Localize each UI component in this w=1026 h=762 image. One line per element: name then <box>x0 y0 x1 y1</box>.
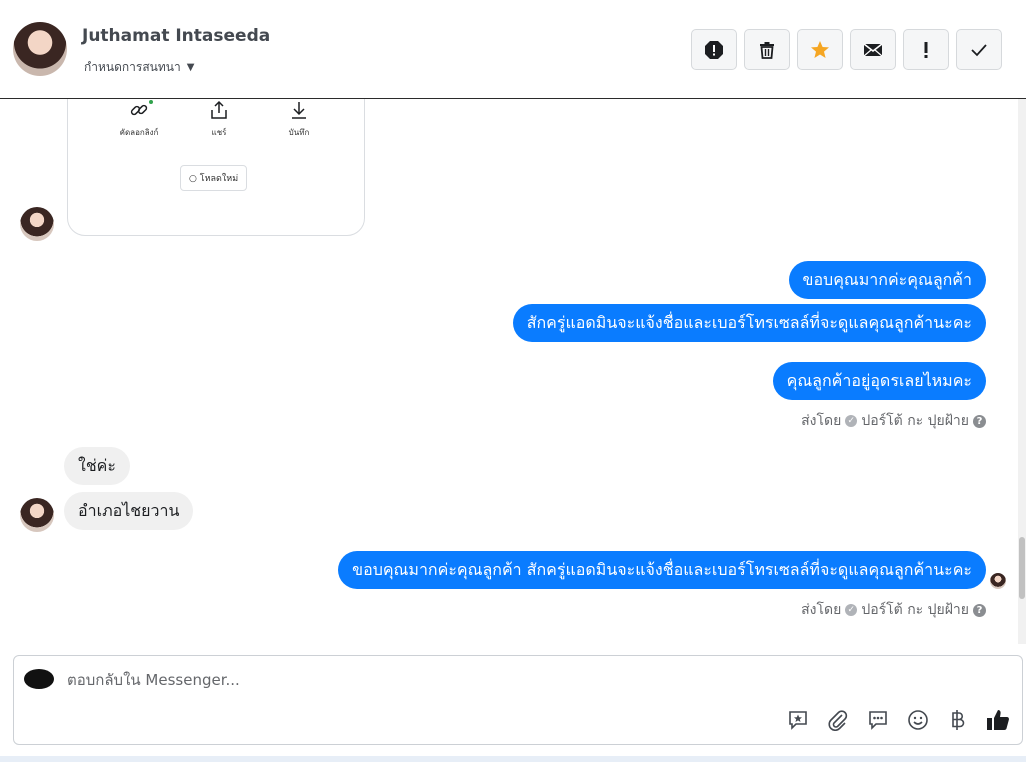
contact-name[interactable]: Juthamat Intaseeda <box>82 26 270 46</box>
reply-composer <box>13 655 1023 745</box>
saved-reply-button[interactable] <box>786 708 810 732</box>
save-action[interactable]: บันทึก <box>278 100 320 139</box>
refresh-icon: ○ <box>189 174 197 184</box>
page-logo <box>24 669 54 689</box>
seen-avatar <box>990 573 1006 589</box>
save-label: บันทึก <box>288 128 310 137</box>
baht-icon <box>952 710 965 730</box>
done-button[interactable] <box>956 29 1002 70</box>
payment-button[interactable] <box>946 708 970 732</box>
star-button[interactable] <box>797 29 843 70</box>
green-dot <box>149 100 153 104</box>
checkmark-icon <box>971 43 987 56</box>
share-action[interactable]: แชร์ <box>198 100 240 139</box>
attachment-icon <box>828 710 848 731</box>
help-icon[interactable]: ? <box>973 414 986 428</box>
star-icon <box>811 40 829 58</box>
contact-avatar-small[interactable] <box>20 207 54 241</box>
trash-icon <box>760 41 774 59</box>
help-icon[interactable]: ? <box>973 603 986 617</box>
outgoing-message[interactable]: สักครู่แอดมินจะแจ้งชื่อและเบอร์โทรเซลล์ท… <box>512 304 986 342</box>
sent-by-prefix: ส่งโดย <box>801 602 842 618</box>
emoji-icon <box>908 710 928 730</box>
like-button[interactable] <box>986 708 1010 732</box>
download-icon <box>292 102 306 119</box>
delete-button[interactable] <box>744 29 790 70</box>
saved-reply-icon <box>789 711 807 730</box>
sent-by-author[interactable]: ปอร์โต้ กะ ปุยฝ้าย <box>861 410 969 432</box>
incoming-message[interactable]: ใช่ค่ะ <box>64 447 130 485</box>
reply-input[interactable] <box>67 671 767 689</box>
delivered-check-icon: ✓ <box>845 604 858 616</box>
sent-by-label: ส่งโดย ✓ ปอร์โต้ กะ ปุยฝ้าย ? <box>801 410 986 432</box>
thumbs-up-icon <box>987 710 1009 730</box>
shared-link-card[interactable]: คัดลอกลิงก์ แชร์ บันทึก ○ โหลดใหม่ <box>67 99 365 236</box>
contact-avatar[interactable] <box>13 22 67 76</box>
spam-button[interactable] <box>691 29 737 70</box>
link-icon <box>130 104 148 116</box>
mark-unread-button[interactable] <box>850 29 896 70</box>
composer-tools <box>786 708 1010 732</box>
outgoing-message[interactable]: คุณลูกค้าอยู่อุดรเลยไหมคะ <box>772 362 986 400</box>
reload-button[interactable]: ○ โหลดใหม่ <box>180 165 248 191</box>
delivered-check-icon: ✓ <box>845 415 858 427</box>
quick-reply-icon <box>869 711 887 730</box>
follow-up-button[interactable] <box>903 29 949 70</box>
page-footer-strip <box>0 756 1026 762</box>
sent-by-author[interactable]: ปอร์โต้ กะ ปุยฝ้าย <box>861 599 969 621</box>
assign-label: กำหนดการสนทนา <box>84 60 181 74</box>
emoji-button[interactable] <box>906 708 930 732</box>
outgoing-message[interactable]: ขอบคุณมากค่ะคุณลูกค้า <box>788 261 986 299</box>
chevron-down-icon: ▼ <box>186 62 195 73</box>
attach-button[interactable] <box>826 708 850 732</box>
sent-by-prefix: ส่งโดย <box>801 413 842 429</box>
incoming-message[interactable]: อำเภอไชยวาน <box>64 492 194 530</box>
card-actions: คัดลอกลิงก์ แชร์ บันทึก <box>118 100 320 139</box>
outgoing-message[interactable]: ขอบคุณมากค่ะคุณลูกค้า สักครู่แอดมินจะแจ้… <box>338 551 986 589</box>
quick-reply-button[interactable] <box>866 708 890 732</box>
envelope-icon <box>863 42 883 56</box>
assign-conversation-dropdown[interactable]: กำหนดการสนทนา ▼ <box>84 58 194 77</box>
exclamation-icon <box>924 41 928 58</box>
contact-avatar-small[interactable] <box>20 498 54 532</box>
copy-link-action[interactable]: คัดลอกลิงก์ <box>118 100 160 139</box>
conversation-toolbar <box>691 29 1002 70</box>
conversation-header: Juthamat Intaseeda กำหนดการสนทนา ▼ <box>0 0 1026 99</box>
copy-link-label: คัดลอกลิงก์ <box>119 128 159 137</box>
share-icon <box>211 100 227 119</box>
thread-scrollbar[interactable] <box>1018 99 1026 644</box>
reload-label: โหลดใหม่ <box>199 174 239 184</box>
sent-by-label: ส่งโดย ✓ ปอร์โต้ กะ ปุยฝ้าย ? <box>801 599 986 621</box>
spam-icon <box>705 40 723 59</box>
share-label: แชร์ <box>211 128 227 137</box>
message-thread[interactable]: คัดลอกลิงก์ แชร์ บันทึก ○ โหลดใหม่ ขอบคุ… <box>0 99 1018 644</box>
scrollbar-thumb[interactable] <box>1019 537 1025 599</box>
